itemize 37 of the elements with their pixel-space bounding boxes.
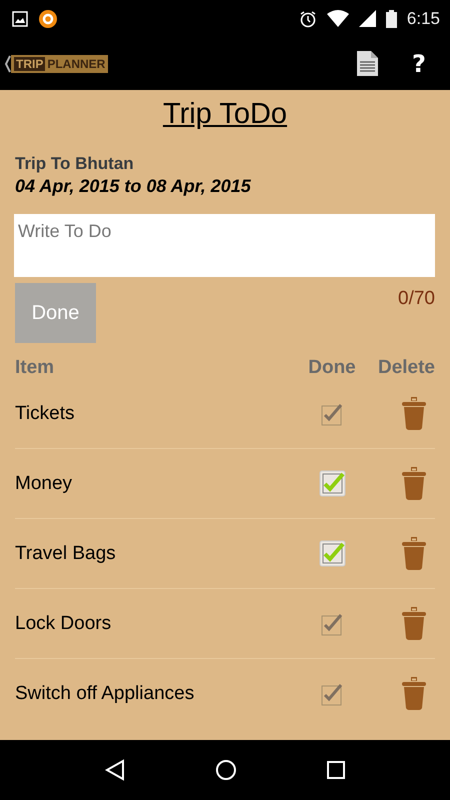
item-name: Tickets — [15, 402, 76, 424]
column-header: Delete — [376, 357, 435, 379]
battery-icon — [386, 10, 397, 28]
status-time: 6:15 — [406, 8, 440, 28]
trash-icon[interactable] — [402, 607, 426, 640]
app-icon — [38, 8, 58, 28]
todo-input-field[interactable]: Write To Do — [14, 214, 435, 277]
trash-icon[interactable] — [402, 397, 426, 430]
back-icon[interactable] — [4, 54, 11, 72]
column-header: Item — [15, 357, 56, 379]
trash-icon[interactable] — [402, 467, 426, 500]
column-header: Done — [307, 357, 357, 379]
checkbox[interactable] — [320, 402, 344, 426]
page-title: Trip ToDo — [162, 98, 288, 130]
checkbox[interactable] — [318, 540, 346, 567]
document-icon[interactable] — [357, 51, 378, 76]
wifi-icon — [326, 10, 349, 27]
recents-icon[interactable] — [326, 760, 346, 780]
image-icon — [12, 10, 28, 26]
trash-icon[interactable] — [402, 537, 426, 570]
checkbox[interactable] — [318, 470, 346, 497]
item-name: Travel Bags — [15, 542, 117, 564]
checkbox[interactable] — [320, 682, 344, 706]
item-name: Switch off Appliances — [15, 682, 196, 704]
item-name: Lock Doors — [15, 612, 112, 634]
trip-dates: 04 Apr, 2015 to 08 Apr, 2015 — [15, 176, 252, 197]
app-logo[interactable]: TRIP PLANNER — [11, 54, 108, 72]
home-icon[interactable] — [214, 759, 237, 781]
trash-icon[interactable] — [402, 677, 426, 710]
signal-icon — [358, 10, 376, 27]
trip-name: Trip To Bhutan — [15, 154, 135, 174]
checkbox[interactable] — [320, 612, 344, 636]
back-nav-icon[interactable] — [104, 759, 126, 781]
alarm-icon — [298, 10, 317, 28]
item-name: Money — [15, 472, 74, 494]
help-button[interactable]: ? — [396, 50, 442, 78]
character-counter: 0/70 — [398, 288, 435, 310]
